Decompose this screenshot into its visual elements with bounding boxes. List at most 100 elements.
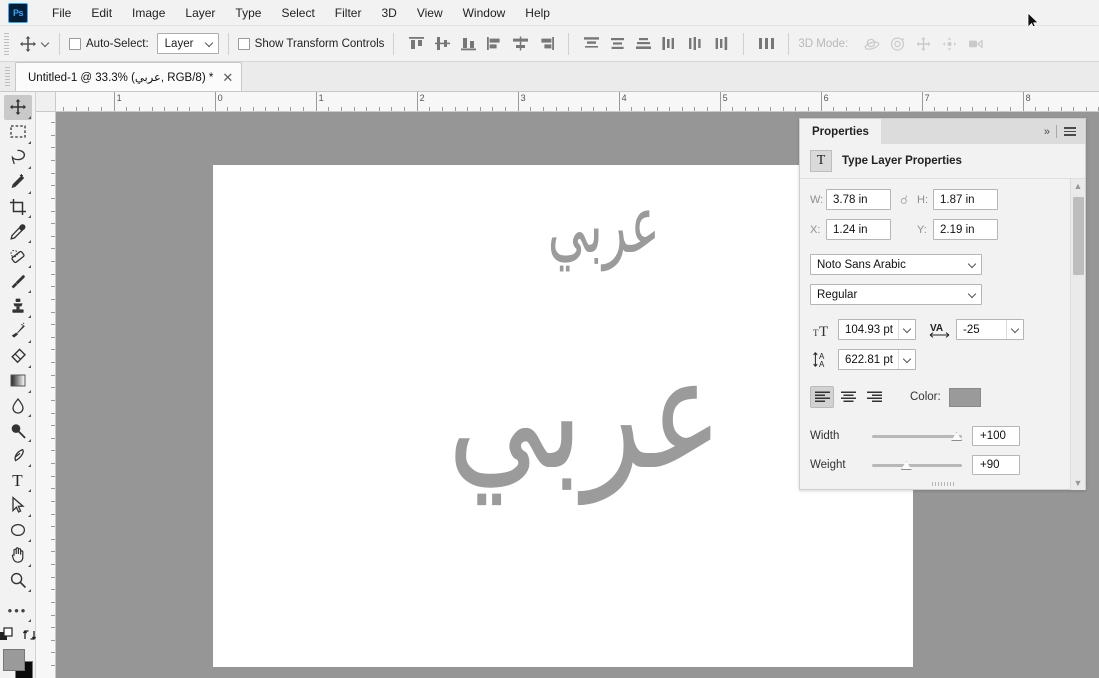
panel-scrollbar[interactable]: ▲ ▼ (1070, 179, 1085, 490)
distribute-right-edges-icon[interactable] (708, 31, 734, 57)
dodge-tool[interactable] (4, 418, 32, 443)
color-swatches[interactable] (2, 649, 33, 678)
width-field[interactable]: 3.78 in (826, 189, 891, 210)
slider-value-width[interactable]: +100 (972, 426, 1020, 446)
menu-item-filter[interactable]: Filter (325, 2, 372, 24)
ruler-tick (757, 107, 759, 111)
distribute-spacing-icon[interactable] (753, 31, 779, 57)
roll-3d-icon[interactable] (884, 31, 910, 57)
gradient-tool[interactable] (4, 369, 32, 394)
align-left-edges-icon[interactable] (481, 31, 507, 57)
scroll-down-icon[interactable]: ▼ (1071, 476, 1085, 490)
rectangular-marquee-tool[interactable] (4, 120, 32, 145)
horizontal-type-tool[interactable]: T (4, 468, 32, 493)
hand-tool[interactable] (4, 543, 32, 568)
lasso-tool[interactable] (4, 145, 32, 170)
close-icon[interactable]: ✕ (222, 71, 233, 84)
horizontal-ruler[interactable]: 21012345678 (56, 92, 1099, 112)
tab-bar-grip[interactable] (5, 67, 10, 87)
auto-select-checkbox[interactable] (69, 37, 81, 50)
document-tab[interactable]: Untitled-1 @ 33.3% (عربي, RGB/8) * ✕ (15, 62, 243, 91)
align-bottom-edges-icon[interactable] (455, 31, 481, 57)
distribute-bottom-edges-icon[interactable] (630, 31, 656, 57)
link-dimensions-icon[interactable]: ☌ (891, 193, 917, 207)
crop-tool[interactable] (4, 195, 32, 220)
move-tool-icon[interactable] (15, 31, 41, 57)
align-center-icon[interactable] (836, 386, 860, 408)
slider-track-width[interactable] (872, 429, 963, 443)
pen-tool[interactable] (4, 443, 32, 468)
menu-item-image[interactable]: Image (122, 2, 175, 24)
arabic-text-line-2[interactable]: عربي (448, 335, 723, 491)
eyedropper-tool[interactable] (4, 219, 32, 244)
orbit-3d-icon[interactable] (858, 31, 884, 57)
y-field[interactable]: 2.19 in (933, 219, 998, 240)
tab-properties[interactable]: Properties (800, 119, 881, 144)
font-family-value: Noto Sans Arabic (817, 258, 906, 271)
menu-item-view[interactable]: View (407, 2, 453, 24)
arabic-text-line-1[interactable]: عربي (548, 185, 660, 265)
chevron-down-icon[interactable] (898, 350, 915, 369)
menu-item-select[interactable]: Select (271, 2, 324, 24)
align-vertical-centers-icon[interactable] (429, 31, 455, 57)
tool-preset-chevron-icon[interactable] (41, 39, 50, 48)
distribute-horizontal-centers-icon[interactable] (682, 31, 708, 57)
vertical-ruler[interactable] (36, 112, 56, 678)
ruler-tick (51, 298, 55, 300)
auto-select-target-dropdown[interactable]: Layer (156, 33, 219, 54)
panel-resize-grip[interactable] (931, 482, 954, 486)
ruler-tick (51, 261, 55, 262)
tracking-field[interactable]: -25 (956, 319, 1024, 340)
path-selection-tool[interactable] (4, 493, 32, 518)
align-right-icon[interactable] (862, 386, 886, 408)
menu-item-help[interactable]: Help (515, 2, 560, 24)
align-horizontal-centers-icon[interactable] (507, 31, 533, 57)
distribute-left-edges-icon[interactable] (656, 31, 682, 57)
menu-item-file[interactable]: File (42, 2, 81, 24)
height-field[interactable]: 1.87 in (933, 189, 998, 210)
clone-stamp-tool[interactable] (4, 294, 32, 319)
menu-item-type[interactable]: Type (225, 2, 271, 24)
ruler-corner[interactable] (36, 92, 56, 112)
scroll-up-icon[interactable]: ▲ (1071, 179, 1085, 193)
menu-item-3d[interactable]: 3D (371, 2, 406, 24)
collapse-panel-icon[interactable]: » (1044, 126, 1050, 138)
quick-mask-icon[interactable] (0, 627, 14, 643)
eraser-tool[interactable] (4, 344, 32, 369)
font-family-dropdown[interactable]: Noto Sans Arabic (810, 254, 982, 275)
zoom-3d-camera-icon[interactable] (962, 31, 988, 57)
history-brush-tool[interactable] (4, 319, 32, 344)
align-top-edges-icon[interactable] (403, 31, 429, 57)
move-tool[interactable] (3, 95, 32, 120)
leading-field[interactable]: 622.81 pt (838, 349, 916, 370)
font-style-dropdown[interactable]: Regular (810, 284, 982, 305)
ellipse-tool[interactable] (4, 518, 32, 543)
chevron-down-icon[interactable] (1006, 320, 1023, 339)
distribute-vertical-centers-icon[interactable] (604, 31, 630, 57)
show-transform-controls-checkbox[interactable] (237, 37, 250, 50)
menu-item-edit[interactable]: Edit (81, 2, 122, 24)
chevron-down-icon[interactable] (898, 320, 915, 339)
scrollbar-thumb[interactable] (1073, 197, 1084, 275)
spot-healing-brush-tool[interactable] (4, 244, 32, 269)
panel-menu-icon[interactable] (1064, 127, 1076, 136)
slider-value-weight[interactable]: +90 (972, 455, 1020, 475)
distribute-top-edges-icon[interactable] (578, 31, 604, 57)
quick-selection-tool[interactable] (4, 170, 32, 195)
slide-3d-icon[interactable] (936, 31, 962, 57)
font-size-field[interactable]: 104.93 pt (838, 319, 916, 340)
slider-track-weight[interactable] (872, 458, 962, 472)
align-left-icon[interactable] (810, 386, 834, 408)
menu-item-window[interactable]: Window (453, 2, 516, 24)
x-field[interactable]: 1.24 in (826, 219, 891, 240)
pan-3d-icon[interactable] (910, 31, 936, 57)
menu-item-layer[interactable]: Layer (175, 2, 225, 24)
edit-toolbar-tool[interactable]: ••• (4, 599, 32, 624)
foreground-color-swatch[interactable] (2, 649, 25, 672)
blur-tool[interactable] (4, 394, 32, 419)
options-bar-grip[interactable] (4, 32, 9, 55)
align-right-edges-icon[interactable] (533, 31, 559, 57)
brush-tool[interactable] (4, 269, 32, 294)
zoom-tool[interactable] (4, 568, 32, 593)
text-color-swatch[interactable] (948, 387, 981, 407)
